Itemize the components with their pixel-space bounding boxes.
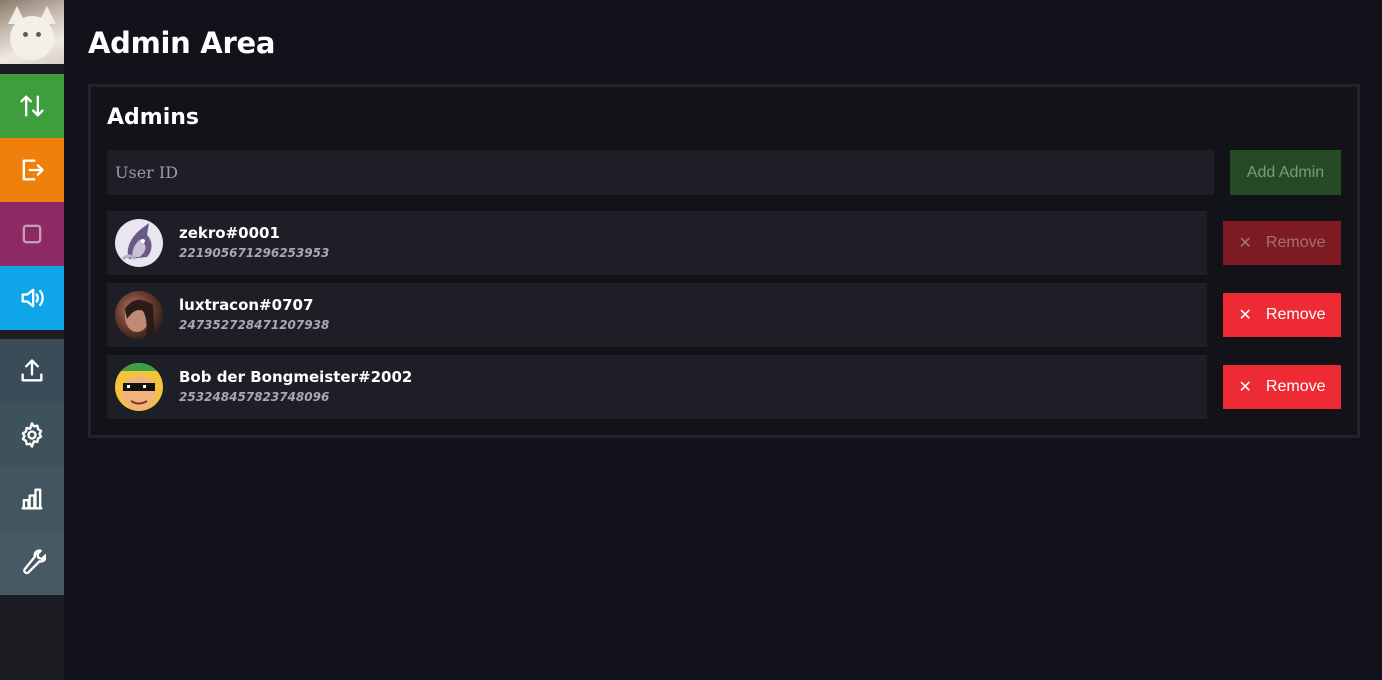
admin-row: zekro#0001 221905671296253953 — [107, 211, 1207, 275]
close-icon: ✕ — [1238, 379, 1252, 396]
remove-label: Remove — [1265, 378, 1326, 395]
wrench-icon — [23, 549, 46, 575]
admin-id: 253248457823748096 — [179, 390, 330, 404]
upload-icon — [21, 359, 43, 382]
add-admin-button[interactable]: Add Admin — [1230, 150, 1341, 195]
admin-row: luxtracon#0707 247352728471207938 — [107, 283, 1207, 347]
arrows-up-down-icon — [20, 95, 44, 117]
sidebar-item-tools[interactable] — [0, 531, 64, 595]
remove-button[interactable]: ✕ Remove — [1223, 365, 1341, 409]
admin-id: 247352728471207938 — [179, 318, 330, 332]
sidebar-item-transfer[interactable] — [0, 74, 64, 138]
close-icon: ✕ — [1238, 235, 1252, 252]
user-avatar[interactable] — [0, 0, 64, 64]
sidebar-item-stats[interactable] — [0, 467, 64, 531]
sidebar-item-settings[interactable] — [0, 403, 64, 467]
admin-name: Bob der Bongmeister#2002 — [179, 368, 413, 386]
remove-button: ✕ Remove — [1223, 221, 1341, 265]
logout-icon — [22, 159, 44, 181]
sidebar-item-logout[interactable] — [0, 138, 64, 202]
square-icon — [22, 224, 42, 244]
admins-card: Admins Add Admin zekro#0001 221905671296… — [88, 84, 1360, 438]
admin-avatar — [115, 219, 163, 267]
admin-name: zekro#0001 — [179, 224, 280, 242]
speaker-icon — [21, 288, 44, 308]
admins-title: Admins — [107, 105, 199, 130]
sidebar-item-audio[interactable] — [0, 266, 64, 330]
page-title: Admin Area — [88, 26, 276, 60]
remove-label: Remove — [1265, 306, 1326, 323]
remove-button[interactable]: ✕ Remove — [1223, 293, 1341, 337]
user-id-input[interactable] — [107, 150, 1214, 195]
remove-label: Remove — [1265, 234, 1326, 251]
admin-row: Bob der Bongmeister#2002 253248457823748… — [107, 355, 1207, 419]
bar-chart-icon — [21, 488, 43, 510]
admin-name: luxtracon#0707 — [179, 296, 314, 314]
gear-icon — [21, 422, 43, 448]
admin-avatar — [115, 291, 163, 339]
admin-id: 221905671296253953 — [179, 246, 330, 260]
close-icon: ✕ — [1238, 307, 1252, 324]
sidebar-item-upload[interactable] — [0, 339, 64, 403]
admin-avatar — [115, 363, 163, 411]
sidebar-item-stop[interactable] — [0, 202, 64, 266]
sidebar — [0, 0, 64, 680]
